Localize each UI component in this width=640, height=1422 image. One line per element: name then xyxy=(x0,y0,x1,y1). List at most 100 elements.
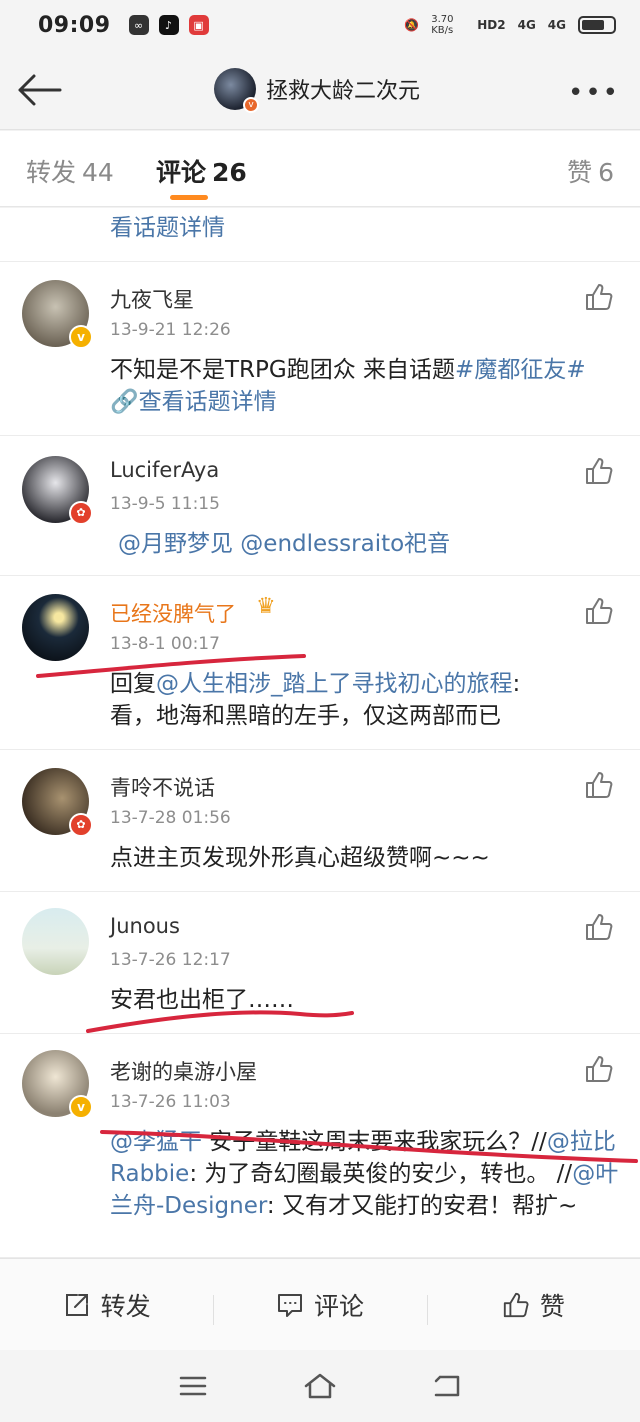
menu-icon[interactable] xyxy=(178,1374,208,1398)
comment-button[interactable]: 评论 xyxy=(213,1287,426,1325)
thumbs-up-icon[interactable] xyxy=(584,912,614,942)
comment-item: ✿ LuciferAya 13-9-5 11:15 @月野梦见 @endless… xyxy=(0,436,640,576)
avatar[interactable] xyxy=(22,908,89,975)
hd-indicator: HD2 xyxy=(477,18,506,32)
page-title: 拯救大龄二次元 xyxy=(266,79,421,104)
tab-like-count: 6 xyxy=(598,158,614,187)
verified-badge-icon: v xyxy=(69,1095,93,1119)
topic-link[interactable]: #魔都征友# xyxy=(455,357,586,383)
comment-text-plain: 安君也出柜了…… xyxy=(110,987,294,1013)
comment-item: v 老谢的桌游小屋 13-7-26 11:03 @李猛干 安子童鞋这周末要来我家… xyxy=(0,1034,640,1258)
comment-text-plain: 不知是不是TRPG跑团众 来自话题 xyxy=(110,357,456,383)
avatar[interactable]: v xyxy=(22,280,93,349)
thumbs-up-icon[interactable] xyxy=(584,456,614,486)
thumbs-up-icon[interactable] xyxy=(584,1054,614,1084)
reply-prefix: 回复 xyxy=(110,671,156,697)
comment-label: 评论 xyxy=(313,1291,364,1321)
comment-author[interactable]: 老谢的桌游小屋 xyxy=(110,1056,257,1086)
comment-text: @李猛干 安子童鞋这周末要来我家玩么？//@拉比Rabbie: 为了奇幻圈最英俊… xyxy=(110,1126,620,1222)
comment-time: 13-9-5 11:15 xyxy=(110,494,220,514)
back-nav-icon[interactable] xyxy=(432,1373,462,1399)
like-label: 赞 xyxy=(539,1291,565,1321)
tiktok-icon: ♪ xyxy=(158,15,179,35)
thumbs-up-icon[interactable] xyxy=(584,282,614,312)
tab-repost-count: 44 xyxy=(82,158,114,187)
top-header: v 拯救大龄二次元 ••• xyxy=(0,50,640,130)
signal-1: 4G xyxy=(517,18,536,32)
comment-item: ✿ 青呤不说话 13-7-28 01:56 点进主页发现外形真心超级赞啊~~~ xyxy=(0,750,640,892)
mention-link[interactable]: @李猛干 xyxy=(110,1129,202,1155)
app-icon: ∞ xyxy=(128,15,149,35)
net-speed: 3.70 KB/s xyxy=(431,14,454,36)
comment-time: 13-9-21 12:26 xyxy=(110,320,231,340)
comment-time: 13-7-28 01:56 xyxy=(110,808,231,828)
comment-text-plain: : xyxy=(512,671,521,697)
comment-time: 13-8-1 00:17 xyxy=(110,634,220,654)
topic-detail-link[interactable]: 看话题详情 xyxy=(110,212,620,244)
comment-text: 安君也出柜了…… xyxy=(110,984,620,1016)
share-icon xyxy=(65,1293,88,1316)
comment-text-plain: 看，地海和黑暗的左手，仅这两部而已 xyxy=(110,703,501,729)
status-app-icons: ∞ ♪ ▣ xyxy=(128,15,209,35)
red-badge-icon: ✿ xyxy=(69,813,93,837)
mention-link[interactable]: @月野梦见 @endlessraito祀音 xyxy=(118,531,450,557)
shop-icon: ▣ xyxy=(188,15,209,35)
avatar[interactable]: ✿ xyxy=(22,456,93,525)
comment-text: 点进主页发现外形真心超级赞啊~~~ xyxy=(110,842,620,874)
comment-text: 不知是不是TRPG跑团众 来自话题#魔都征友# 🔗查看话题详情 xyxy=(110,354,620,418)
like-button[interactable]: 赞 xyxy=(426,1287,640,1325)
tab-like-label: 赞 xyxy=(567,158,593,187)
comment-time: 13-7-26 12:17 xyxy=(110,950,231,970)
comment-author[interactable]: 已经没脾气了 xyxy=(110,598,236,628)
thumbs-up-icon[interactable] xyxy=(584,770,614,800)
comment-item: Junous 13-7-26 12:17 安君也出柜了…… xyxy=(0,892,640,1034)
comment-text: 回复@人生相涉_踏上了寻找初心的旅程: 看，地海和黑暗的左手，仅这两部而已 xyxy=(110,668,620,732)
comment-text-plain: : 又有才又能打的安君！帮扩~ xyxy=(266,1193,578,1219)
status-indicators: 🔕 3.70 KB/s HD2 4G 4G xyxy=(404,14,616,36)
comment-item: 已经没脾气了 ♛ 13-8-1 00:17 回复@人生相涉_踏上了寻找初心的旅程… xyxy=(0,576,640,750)
comment-text-plain: 点进主页发现外形真心超级赞啊~~~ xyxy=(110,845,490,871)
tab-bar: 转发 44 评论 26 赞6 xyxy=(0,131,640,207)
link-icon: 🔗 xyxy=(110,389,139,415)
comment-text-plain: 安子童鞋这周末要来我家玩么？// xyxy=(202,1129,547,1155)
comment-text: @月野梦见 @endlessraito祀音 xyxy=(118,528,628,560)
status-bar: 09:09 ∞ ♪ ▣ 🔕 3.70 KB/s HD2 4G 4G xyxy=(0,0,640,50)
comment-list[interactable]: 看话题详情 v 九夜飞星 13-9-21 12:26 不知是不是TRPG跑团众 … xyxy=(0,208,640,1258)
avatar[interactable]: v xyxy=(22,1050,93,1119)
tab-comment-count: 26 xyxy=(212,158,247,187)
comment-item: v 九夜飞星 13-9-21 12:26 不知是不是TRPG跑团众 来自话题#魔… xyxy=(0,262,640,436)
signal-2: 4G xyxy=(547,18,566,32)
avatar[interactable]: v xyxy=(214,68,259,113)
status-time: 09:09 xyxy=(38,12,111,38)
bottom-action-bar: 转发 评论 赞 xyxy=(0,1258,640,1350)
comment-author[interactable]: Junous xyxy=(110,914,180,938)
comment-author[interactable]: 青呤不说话 xyxy=(110,772,215,802)
verified-badge-icon: v xyxy=(69,325,93,349)
red-badge-icon: ✿ xyxy=(69,501,93,525)
tab-repost[interactable]: 转发 44 xyxy=(26,153,114,189)
system-nav-bar xyxy=(0,1350,640,1422)
thumbs-up-icon[interactable] xyxy=(584,596,614,626)
comment-author[interactable]: LuciferAya xyxy=(110,458,219,482)
list-item: 看话题详情 xyxy=(0,208,640,262)
back-button[interactable] xyxy=(16,70,64,110)
thumbs-up-icon xyxy=(503,1292,529,1317)
crown-icon: ♛ xyxy=(256,594,276,619)
comment-author[interactable]: 九夜飞星 xyxy=(110,284,194,314)
verified-badge-icon: v xyxy=(243,97,259,113)
avatar[interactable]: ✿ xyxy=(22,768,93,837)
home-icon[interactable] xyxy=(303,1372,337,1400)
avatar[interactable] xyxy=(22,594,89,661)
comment-text-plain: : 为了奇幻圈最英俊的安少，转也。 // xyxy=(189,1161,573,1187)
active-tab-indicator xyxy=(170,195,208,200)
mention-link[interactable]: @人生相涉_踏上了寻找初心的旅程 xyxy=(156,671,513,697)
mute-icon: 🔕 xyxy=(404,18,420,32)
repost-button[interactable]: 转发 xyxy=(0,1287,213,1323)
more-options-icon[interactable]: ••• xyxy=(568,78,620,108)
topic-detail-link[interactable]: 查看话题详情 xyxy=(139,389,277,415)
tab-like[interactable]: 赞6 xyxy=(567,153,614,189)
repost-label: 转发 xyxy=(100,1291,151,1321)
tab-comment[interactable]: 评论 26 xyxy=(156,153,247,189)
battery-icon xyxy=(578,16,616,34)
header-user[interactable]: v 拯救大龄二次元 xyxy=(214,68,421,113)
